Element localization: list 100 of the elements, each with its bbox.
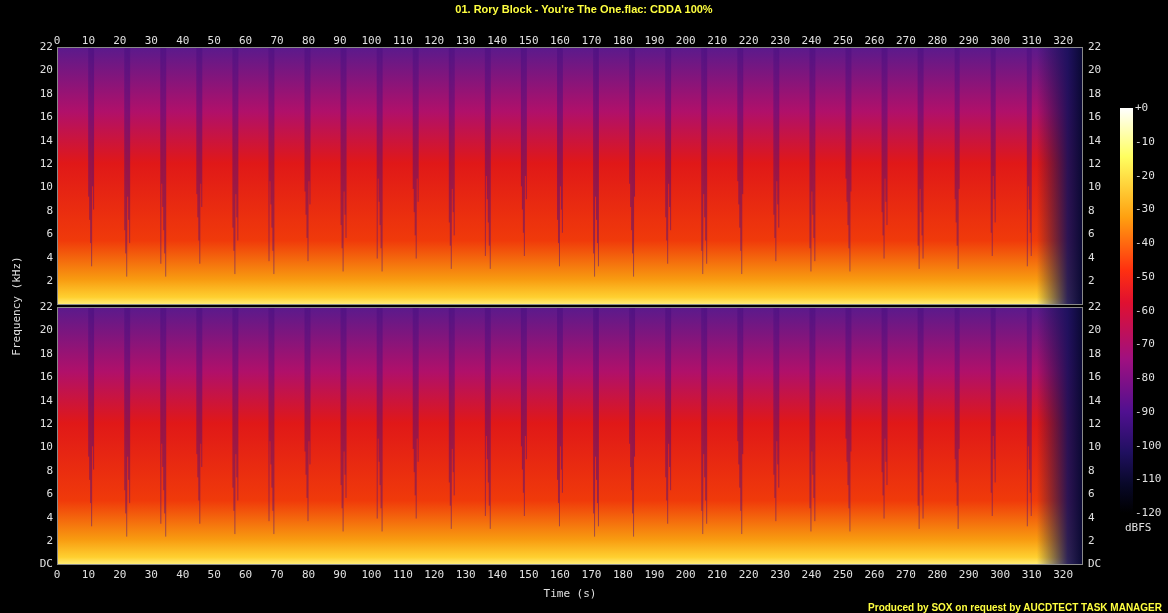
- time-tick-label: 190: [644, 569, 665, 580]
- chart-title: 01. Rory Block - You're The One.flac: CDDA 100%: [454, 2, 714, 17]
- time-tick-label: 160: [550, 569, 570, 580]
- time-tick-label: 140: [487, 35, 508, 46]
- time-tick-label: 90: [333, 569, 347, 580]
- frequency-tick-label: 8: [46, 204, 53, 216]
- time-tick-label: 40: [176, 569, 190, 580]
- frequency-tick-label: 16: [1088, 111, 1102, 123]
- time-tick-label: 0: [53, 35, 61, 46]
- colorbar-tick-label: -70: [1135, 338, 1155, 350]
- time-tick-label: 110: [392, 35, 413, 46]
- frequency-tick-label: 2: [46, 535, 53, 546]
- frequency-tick-label: DC: [1088, 558, 1102, 570]
- time-tick-label: 260: [864, 569, 885, 580]
- time-tick-label: 50: [207, 35, 221, 46]
- frequency-tick-label: 12: [1088, 158, 1102, 169]
- time-tick-label: 240: [801, 35, 822, 46]
- frequency-tick-label: 18: [39, 87, 53, 99]
- time-tick-label: 100: [361, 569, 382, 580]
- time-tick-label: 220: [738, 569, 759, 580]
- frequency-tick-label: 12: [39, 158, 53, 169]
- time-tick-label: 270: [895, 569, 916, 580]
- time-tick-label: 250: [833, 569, 853, 580]
- frequency-tick-label: 8: [1088, 464, 1095, 476]
- time-tick-label: 10: [81, 569, 96, 580]
- colorbar-tick-label: -100: [1135, 439, 1162, 451]
- footer-credit: Produced by SOX on request by AUCDTECT TASK MANAGER: [868, 601, 1162, 613]
- frequency-tick-label: 10: [39, 181, 53, 193]
- time-tick-label: 310: [1021, 569, 1042, 580]
- time-tick-label: 170: [581, 569, 602, 580]
- time-tick-label: 0: [53, 569, 61, 580]
- colorbar-tick-label: -110: [1135, 473, 1162, 485]
- time-tick-label: 270: [895, 35, 916, 46]
- time-tick-label: 60: [239, 35, 253, 46]
- colorbar-tick-label: -90: [1135, 405, 1155, 417]
- time-tick-label: 210: [707, 569, 728, 580]
- time-tick-label: 150: [518, 35, 539, 46]
- time-tick-label: 130: [455, 569, 476, 580]
- colorbar-tick-label: -120: [1135, 507, 1162, 518]
- frequency-tick-label: 10: [1088, 441, 1102, 453]
- frequency-tick-label: 4: [1088, 251, 1095, 263]
- frequency-tick-label: 20: [39, 324, 53, 336]
- time-tick-label: 320: [1053, 569, 1073, 580]
- time-tick-label: 280: [927, 569, 948, 580]
- frequency-tick-label: 4: [46, 251, 53, 263]
- frequency-tick-label: 12: [39, 418, 53, 429]
- frequency-tick-label: 20: [1088, 64, 1102, 76]
- time-tick-label: 210: [707, 35, 728, 46]
- colorbar-unit-label: dBFS: [1125, 522, 1152, 533]
- frequency-tick-label: 14: [1088, 134, 1102, 146]
- frequency-tick-label: 4: [1088, 511, 1095, 523]
- frequency-tick-label: 2: [46, 275, 53, 286]
- frequency-tick-label: 18: [1088, 347, 1102, 359]
- time-tick-label: 250: [833, 35, 853, 46]
- frequency-tick-label: 22: [39, 41, 53, 52]
- frequency-tick-label: 16: [39, 371, 53, 383]
- time-tick-label: 300: [990, 569, 1011, 580]
- time-tick-label: 300: [990, 35, 1011, 46]
- time-tick-label: 70: [270, 35, 284, 46]
- time-tick-label: 180: [612, 35, 633, 46]
- time-tick-label: 230: [770, 35, 791, 46]
- time-tick-label: 120: [424, 569, 445, 580]
- time-tick-label: 220: [738, 35, 759, 46]
- time-tick-label: 20: [113, 35, 127, 46]
- time-tick-label: 60: [239, 569, 253, 580]
- frequency-tick-label: 6: [46, 228, 53, 240]
- colorbar-tick-label: -80: [1135, 372, 1155, 383]
- time-tick-label: 40: [176, 35, 190, 46]
- time-tick-label: 90: [333, 35, 347, 46]
- time-tick-label: 230: [770, 569, 791, 580]
- time-tick-label: 170: [581, 35, 602, 46]
- frequency-tick-label: 22: [1088, 301, 1102, 312]
- frequency-tick-label: 4: [46, 511, 53, 523]
- time-tick-label: 80: [301, 35, 316, 46]
- time-tick-label: 280: [927, 35, 948, 46]
- frequency-tick-label: 10: [1088, 181, 1102, 193]
- frequency-tick-label: 6: [1088, 488, 1095, 500]
- time-tick-label: 190: [644, 35, 665, 46]
- colorbar-tick-label: -20: [1135, 169, 1155, 181]
- frequency-tick-label: 2: [1088, 535, 1095, 546]
- frequency-tick-label: 16: [1088, 371, 1102, 383]
- frequency-tick-label: 22: [39, 301, 53, 312]
- time-tick-label: 120: [424, 35, 445, 46]
- frequency-tick-label: 8: [1088, 204, 1095, 216]
- time-tick-label: 310: [1021, 35, 1042, 46]
- colorbar-tick-label: +0: [1135, 102, 1149, 113]
- time-tick-label: 70: [270, 569, 284, 580]
- frequency-axis-label: Frequency (kHz): [10, 256, 22, 356]
- time-tick-label: 180: [612, 569, 633, 580]
- frequency-tick-label: 16: [39, 111, 53, 123]
- frequency-tick-label: 20: [39, 64, 53, 76]
- frequency-tick-label: 20: [1088, 324, 1102, 336]
- frequency-tick-label: DC: [39, 558, 53, 570]
- time-tick-label: 110: [392, 569, 413, 580]
- time-tick-label: 150: [518, 569, 539, 580]
- frequency-tick-label: 18: [1088, 87, 1102, 99]
- frequency-tick-label: 14: [1088, 394, 1102, 406]
- time-tick-label: 240: [801, 569, 822, 580]
- colorbar-tick-label: -30: [1135, 203, 1155, 215]
- frequency-tick-label: 6: [1088, 228, 1095, 240]
